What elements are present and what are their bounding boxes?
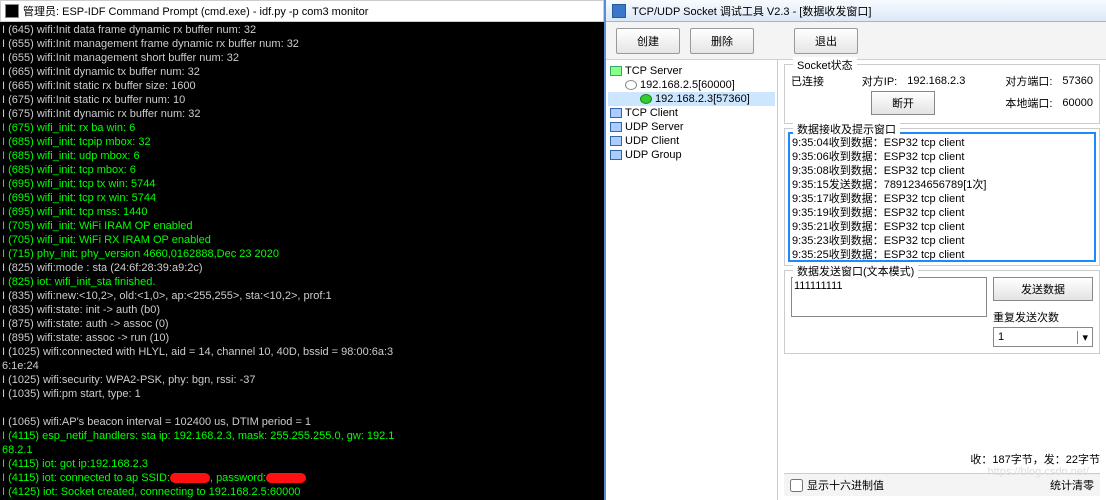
connection-tree[interactable]: TCP Server 192.168.2.5[60000] 192.168.2.… (606, 60, 778, 500)
peer-port-value: 57360 (1062, 75, 1093, 87)
app-icon (612, 4, 626, 18)
exit-button[interactable]: 退出 (794, 28, 858, 54)
hex-checkbox[interactable]: 显示十六进制值 (790, 477, 884, 493)
send-button[interactable]: 发送数据 (993, 277, 1093, 301)
group-label: Socket状态 (793, 57, 857, 73)
socket-tool-window: TCP/UDP Socket 调试工具 V2.3 - [数据收发窗口] 创建 删… (604, 0, 1106, 500)
recv-group: 数据接收及提示窗口 9:35:04收到数据：ESP32 tcp client9:… (784, 128, 1100, 266)
recv-textarea[interactable]: 9:35:04收到数据：ESP32 tcp client9:35:06收到数据：… (788, 132, 1096, 262)
tree-udp-server[interactable]: UDP Server (608, 120, 775, 134)
terminal-window: 管理员: ESP-IDF Command Prompt (cmd.exe) - … (0, 0, 604, 500)
peer-port-label: 对方端口: (1005, 73, 1052, 89)
cmd-icon (5, 4, 19, 18)
tree-tcp-client[interactable]: TCP Client (608, 106, 775, 120)
right-panels: Socket状态 已连接 对方IP: 192.168.2.3 对方端口: 57360… (778, 60, 1106, 500)
client-icon (610, 108, 622, 118)
peer-ip-value: 192.168.2.3 (907, 75, 965, 87)
terminal-title: 管理员: ESP-IDF Command Prompt (cmd.exe) - … (23, 3, 368, 19)
local-port-label: 本地端口: (1005, 95, 1052, 111)
toolbar: 创建 删除 退出 (606, 22, 1106, 60)
tree-udp-client[interactable]: UDP Client (608, 134, 775, 148)
delete-button[interactable]: 删除 (690, 28, 754, 54)
terminal-titlebar[interactable]: 管理员: ESP-IDF Command Prompt (cmd.exe) - … (0, 0, 604, 22)
socket-status-group: Socket状态 已连接 对方IP:192.168.2.3 对方端口:57360… (784, 64, 1100, 124)
body: TCP Server 192.168.2.5[60000] 192.168.2.… (606, 60, 1106, 500)
create-button[interactable]: 创建 (616, 28, 680, 54)
repeat-label: 重复发送次数 (993, 309, 1093, 325)
socket-title: TCP/UDP Socket 调试工具 V2.3 - [数据收发窗口] (632, 3, 871, 19)
hex-check-input[interactable] (790, 479, 803, 492)
tree-udp-group[interactable]: UDP Group (608, 148, 775, 162)
local-port-value: 60000 (1062, 97, 1093, 109)
chevron-down-icon: ▾ (1077, 331, 1088, 344)
client-icon (610, 122, 622, 132)
disconnect-button[interactable]: 断开 (871, 91, 935, 115)
tree-tcp-server[interactable]: TCP Server (608, 64, 775, 78)
send-input[interactable] (791, 277, 987, 317)
client-icon (610, 150, 622, 160)
repeat-value: 1 (998, 331, 1004, 343)
connected-icon (640, 94, 652, 104)
group-label: 数据发送窗口(文本模式) (793, 263, 918, 279)
tree-node-peer[interactable]: 192.168.2.3[57360] (608, 92, 775, 106)
node-icon (625, 80, 637, 90)
counter-row: 收：187字节，发：22字节 (784, 451, 1100, 467)
group-label: 数据接收及提示窗口 (793, 121, 900, 137)
terminal-output[interactable]: I (645) wifi:Init data frame dynamic rx … (0, 22, 604, 500)
connected-label: 已连接 (791, 73, 841, 89)
repeat-select[interactable]: 1 ▾ (993, 327, 1093, 347)
server-icon (610, 66, 622, 76)
socket-titlebar[interactable]: TCP/UDP Socket 调试工具 V2.3 - [数据收发窗口] (606, 0, 1106, 22)
client-icon (610, 136, 622, 146)
peer-ip-label: 对方IP: (862, 73, 897, 89)
send-group: 数据发送窗口(文本模式) 发送数据 重复发送次数 1 ▾ (784, 270, 1100, 354)
stats-clear[interactable]: 统计清零 (1050, 477, 1094, 493)
tree-node-host[interactable]: 192.168.2.5[60000] (608, 78, 775, 92)
watermark: https://blog.csdn.net/… (987, 466, 1100, 478)
byte-counter: 收：187字节，发：22字节 (970, 451, 1100, 467)
